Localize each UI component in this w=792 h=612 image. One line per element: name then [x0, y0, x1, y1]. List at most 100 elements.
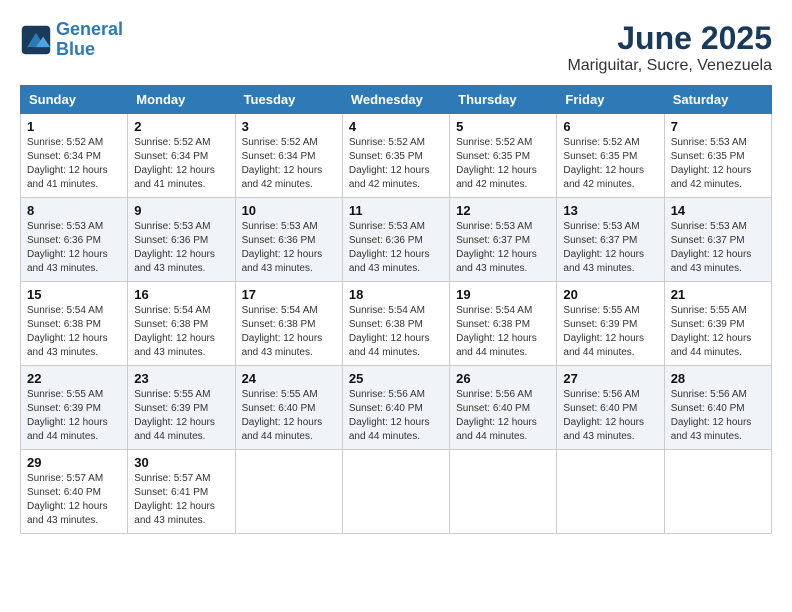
calendar-cell: 24 Sunrise: 5:55 AM Sunset: 6:40 PM Dayli…	[235, 366, 342, 450]
calendar-cell: 15 Sunrise: 5:54 AM Sunset: 6:38 PM Dayli…	[21, 282, 128, 366]
title-area: June 2025 Mariguitar, Sucre, Venezuela	[567, 20, 772, 75]
day-number: 4	[349, 119, 443, 134]
calendar-cell: 27Sunrise: 5:56 AM Sunset: 6:40 PM Dayli…	[557, 366, 664, 450]
calendar-cell: 3Sunrise: 5:52 AM Sunset: 6:34 PM Daylig…	[235, 114, 342, 198]
column-header-sunday: Sunday	[21, 86, 128, 114]
day-number: 7	[671, 119, 765, 134]
day-number: 21	[671, 287, 765, 302]
day-number: 2	[134, 119, 228, 134]
calendar-body: 1 Sunrise: 5:52 AM Sunset: 6:34 PM Daylig…	[21, 114, 772, 534]
column-header-thursday: Thursday	[450, 86, 557, 114]
day-number: 24	[242, 371, 336, 386]
day-info: Sunrise: 5:52 AM Sunset: 6:34 PM Dayligh…	[242, 136, 336, 192]
day-number: 22	[27, 371, 121, 386]
calendar-cell: 26 Sunrise: 5:56 AM Sunset: 6:40 PM Dayli…	[450, 366, 557, 450]
calendar-cell: 29 Sunrise: 5:57 AM Sunset: 6:40 PM Dayli…	[21, 450, 128, 534]
calendar-week-3: 15 Sunrise: 5:54 AM Sunset: 6:38 PM Dayli…	[21, 282, 772, 366]
day-info: Sunrise: 5:57 AM Sunset: 6:41 PM Dayligh…	[134, 472, 228, 528]
calendar-week-1: 1 Sunrise: 5:52 AM Sunset: 6:34 PM Daylig…	[21, 114, 772, 198]
calendar-cell: 20Sunrise: 5:55 AM Sunset: 6:39 PM Dayli…	[557, 282, 664, 366]
calendar-cell	[557, 450, 664, 534]
calendar-cell: 11 Sunrise: 5:53 AM Sunset: 6:36 PM Dayli…	[342, 198, 449, 282]
day-info: Sunrise: 5:54 AM Sunset: 6:38 PM Dayligh…	[134, 304, 228, 360]
day-number: 5	[456, 119, 550, 134]
calendar-cell: 1 Sunrise: 5:52 AM Sunset: 6:34 PM Daylig…	[21, 114, 128, 198]
calendar-cell: 25 Sunrise: 5:56 AM Sunset: 6:40 PM Dayli…	[342, 366, 449, 450]
day-info: Sunrise: 5:55 AM Sunset: 6:40 PM Dayligh…	[242, 388, 336, 444]
calendar-cell: 2 Sunrise: 5:52 AM Sunset: 6:34 PM Daylig…	[128, 114, 235, 198]
column-header-saturday: Saturday	[664, 86, 771, 114]
logo-line1: General	[56, 19, 123, 39]
day-number: 29	[27, 455, 121, 470]
calendar-cell: 5 Sunrise: 5:52 AM Sunset: 6:35 PM Daylig…	[450, 114, 557, 198]
logo-icon	[20, 24, 52, 56]
calendar-cell: 13 Sunrise: 5:53 AM Sunset: 6:37 PM Dayli…	[557, 198, 664, 282]
day-info: Sunrise: 5:53 AM Sunset: 6:37 PM Dayligh…	[671, 220, 765, 276]
day-number: 19	[456, 287, 550, 302]
day-number: 18	[349, 287, 443, 302]
day-number: 11	[349, 203, 443, 218]
calendar-cell: 22Sunrise: 5:55 AM Sunset: 6:39 PM Dayli…	[21, 366, 128, 450]
day-info: Sunrise: 5:57 AM Sunset: 6:40 PM Dayligh…	[27, 472, 121, 528]
day-number: 12	[456, 203, 550, 218]
day-number: 27	[563, 371, 657, 386]
day-info: Sunrise: 5:53 AM Sunset: 6:36 PM Dayligh…	[27, 220, 121, 276]
day-number: 14	[671, 203, 765, 218]
calendar-cell: 7 Sunrise: 5:53 AM Sunset: 6:35 PM Daylig…	[664, 114, 771, 198]
logo-text: General Blue	[56, 20, 123, 60]
calendar-cell: 8 Sunrise: 5:53 AM Sunset: 6:36 PM Daylig…	[21, 198, 128, 282]
calendar-table: SundayMondayTuesdayWednesdayThursdayFrid…	[20, 85, 772, 534]
calendar-cell	[664, 450, 771, 534]
day-info: Sunrise: 5:54 AM Sunset: 6:38 PM Dayligh…	[456, 304, 550, 360]
day-info: Sunrise: 5:52 AM Sunset: 6:35 PM Dayligh…	[349, 136, 443, 192]
day-number: 1	[27, 119, 121, 134]
logo-line2: Blue	[56, 39, 95, 59]
calendar-header-row: SundayMondayTuesdayWednesdayThursdayFrid…	[21, 86, 772, 114]
day-info: Sunrise: 5:52 AM Sunset: 6:34 PM Dayligh…	[134, 136, 228, 192]
calendar-week-4: 22Sunrise: 5:55 AM Sunset: 6:39 PM Dayli…	[21, 366, 772, 450]
day-number: 26	[456, 371, 550, 386]
day-info: Sunrise: 5:56 AM Sunset: 6:40 PM Dayligh…	[349, 388, 443, 444]
day-number: 20	[563, 287, 657, 302]
calendar-cell	[235, 450, 342, 534]
day-number: 17	[242, 287, 336, 302]
day-number: 9	[134, 203, 228, 218]
calendar-cell: 23Sunrise: 5:55 AM Sunset: 6:39 PM Dayli…	[128, 366, 235, 450]
day-info: Sunrise: 5:56 AM Sunset: 6:40 PM Dayligh…	[456, 388, 550, 444]
calendar-cell: 28 Sunrise: 5:56 AM Sunset: 6:40 PM Dayli…	[664, 366, 771, 450]
day-info: Sunrise: 5:54 AM Sunset: 6:38 PM Dayligh…	[242, 304, 336, 360]
day-info: Sunrise: 5:53 AM Sunset: 6:36 PM Dayligh…	[134, 220, 228, 276]
calendar-cell: 12Sunrise: 5:53 AM Sunset: 6:37 PM Dayli…	[450, 198, 557, 282]
day-info: Sunrise: 5:53 AM Sunset: 6:35 PM Dayligh…	[671, 136, 765, 192]
column-header-monday: Monday	[128, 86, 235, 114]
column-header-friday: Friday	[557, 86, 664, 114]
calendar-cell: 30Sunrise: 5:57 AM Sunset: 6:41 PM Dayli…	[128, 450, 235, 534]
calendar-cell: 6 Sunrise: 5:52 AM Sunset: 6:35 PM Daylig…	[557, 114, 664, 198]
day-info: Sunrise: 5:53 AM Sunset: 6:36 PM Dayligh…	[349, 220, 443, 276]
day-info: Sunrise: 5:52 AM Sunset: 6:35 PM Dayligh…	[563, 136, 657, 192]
day-info: Sunrise: 5:54 AM Sunset: 6:38 PM Dayligh…	[349, 304, 443, 360]
day-number: 16	[134, 287, 228, 302]
day-number: 15	[27, 287, 121, 302]
day-info: Sunrise: 5:55 AM Sunset: 6:39 PM Dayligh…	[671, 304, 765, 360]
calendar-week-2: 8 Sunrise: 5:53 AM Sunset: 6:36 PM Daylig…	[21, 198, 772, 282]
calendar-cell: 10Sunrise: 5:53 AM Sunset: 6:36 PM Dayli…	[235, 198, 342, 282]
calendar-cell: 18 Sunrise: 5:54 AM Sunset: 6:38 PM Dayli…	[342, 282, 449, 366]
calendar-cell: 14 Sunrise: 5:53 AM Sunset: 6:37 PM Dayli…	[664, 198, 771, 282]
calendar-cell	[342, 450, 449, 534]
calendar-cell: 4 Sunrise: 5:52 AM Sunset: 6:35 PM Daylig…	[342, 114, 449, 198]
day-info: Sunrise: 5:53 AM Sunset: 6:37 PM Dayligh…	[563, 220, 657, 276]
day-number: 8	[27, 203, 121, 218]
day-number: 23	[134, 371, 228, 386]
day-number: 28	[671, 371, 765, 386]
day-number: 13	[563, 203, 657, 218]
day-number: 6	[563, 119, 657, 134]
day-number: 10	[242, 203, 336, 218]
day-info: Sunrise: 5:52 AM Sunset: 6:34 PM Dayligh…	[27, 136, 121, 192]
day-info: Sunrise: 5:56 AM Sunset: 6:40 PM Dayligh…	[671, 388, 765, 444]
day-info: Sunrise: 5:54 AM Sunset: 6:38 PM Dayligh…	[27, 304, 121, 360]
day-number: 25	[349, 371, 443, 386]
calendar-cell: 21 Sunrise: 5:55 AM Sunset: 6:39 PM Dayli…	[664, 282, 771, 366]
logo: General Blue	[20, 20, 123, 60]
day-info: Sunrise: 5:52 AM Sunset: 6:35 PM Dayligh…	[456, 136, 550, 192]
